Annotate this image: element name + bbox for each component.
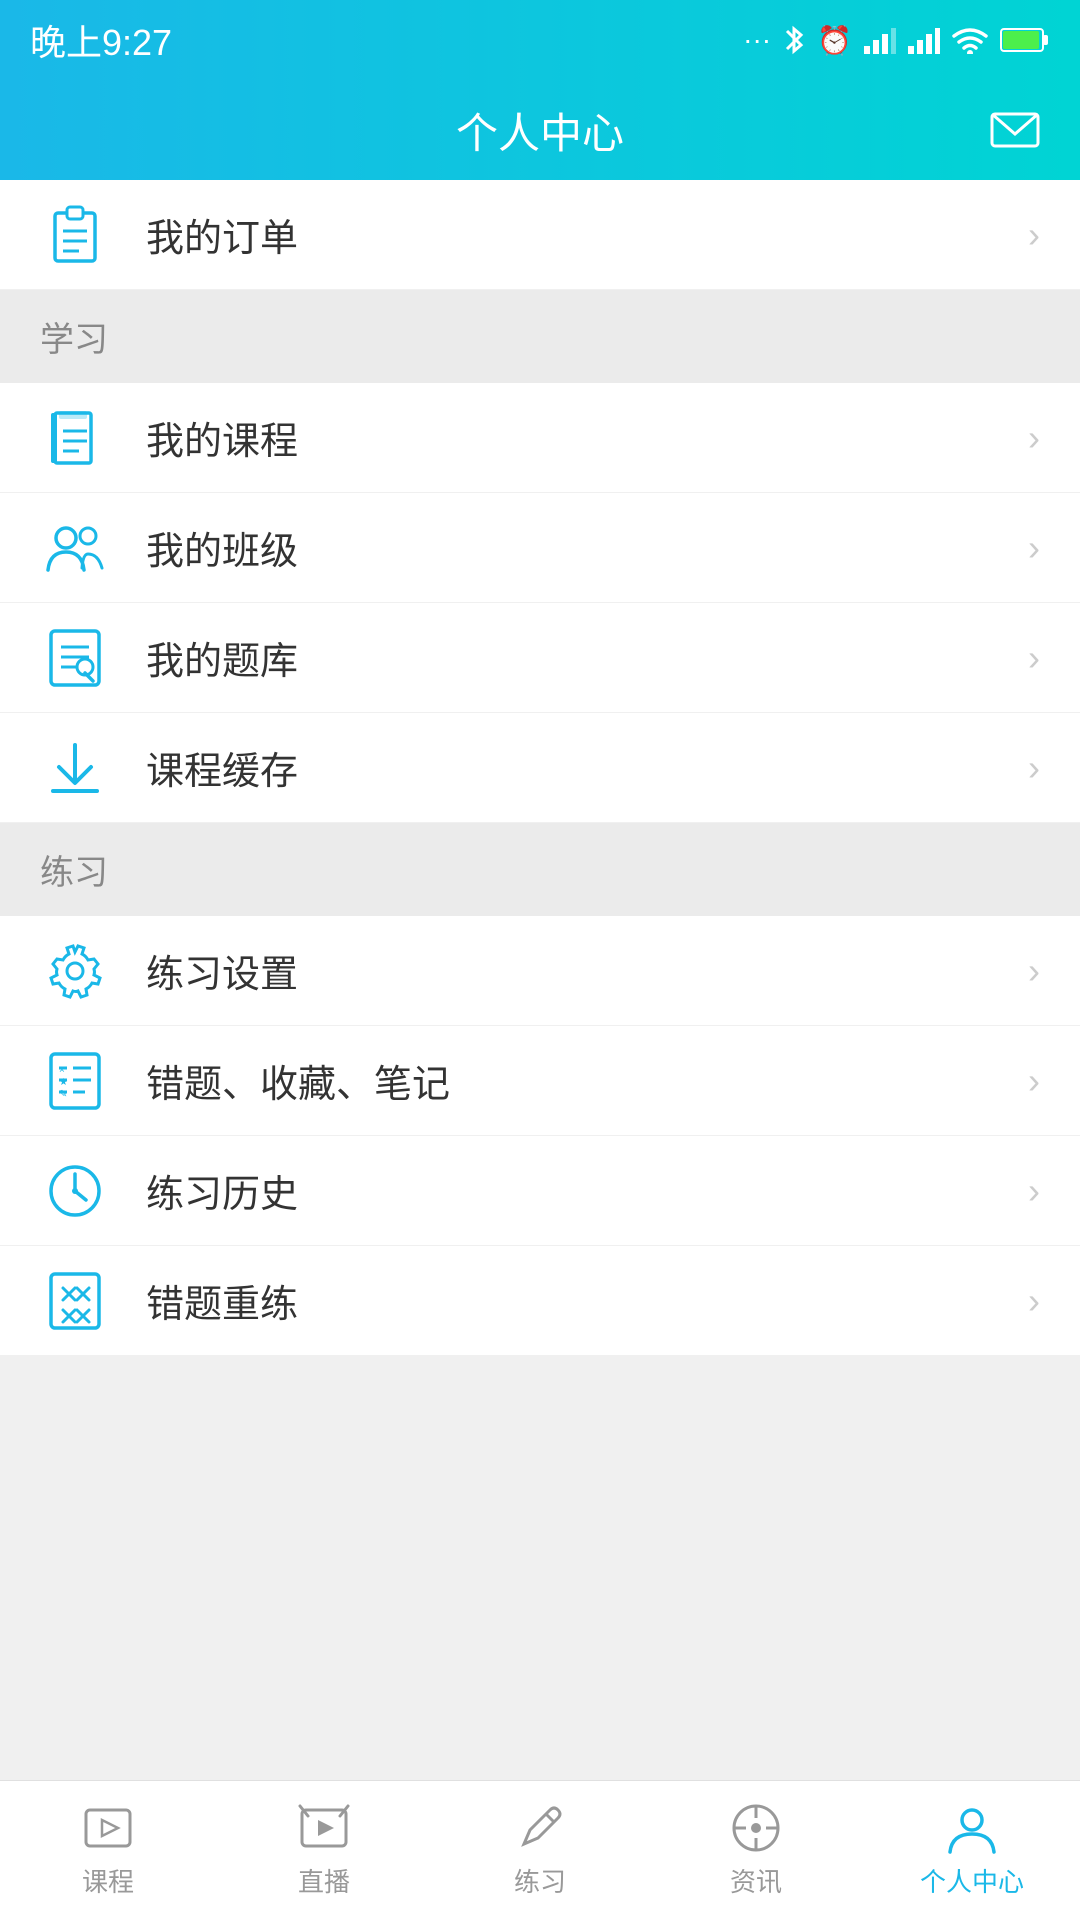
svg-text:✎: ✎ bbox=[59, 1089, 67, 1100]
my-orders-label: 我的订单 bbox=[146, 207, 1028, 262]
question-icon bbox=[40, 623, 110, 693]
practice-tab-icon bbox=[514, 1802, 566, 1854]
status-icons: ··· ⏰ bbox=[743, 23, 1050, 57]
chevron-right-icon: › bbox=[1028, 747, 1040, 789]
practice-settings-item[interactable]: 练习设置 › bbox=[0, 916, 1080, 1026]
live-tab-label: 直播 bbox=[298, 1862, 350, 1899]
orders-section: 我的订单 › bbox=[0, 180, 1080, 290]
chevron-right-icon: › bbox=[1028, 1060, 1040, 1102]
study-section-header: 学习 bbox=[0, 290, 1080, 383]
wrong-collect-notes-item[interactable]: × ★ ✎ 错题、收藏、笔记 › bbox=[0, 1026, 1080, 1136]
chevron-right-icon: › bbox=[1028, 214, 1040, 256]
book-icon bbox=[40, 403, 110, 473]
tab-profile[interactable]: 个人中心 bbox=[864, 1802, 1080, 1899]
clock-icon bbox=[40, 1156, 110, 1226]
profile-tab-label: 个人中心 bbox=[920, 1862, 1024, 1899]
list-icon: × ★ ✎ bbox=[40, 1046, 110, 1116]
practice-section: 练习 练习设置 › × bbox=[0, 823, 1080, 1356]
wifi-icon bbox=[952, 26, 988, 54]
courses-tab-label: 课程 bbox=[82, 1862, 134, 1899]
my-class-item[interactable]: 我的班级 › bbox=[0, 493, 1080, 603]
tab-courses[interactable]: 课程 bbox=[0, 1802, 216, 1899]
study-section: 学习 我的课程 › bbox=[0, 290, 1080, 823]
alarm-icon: ⏰ bbox=[817, 24, 852, 57]
clipboard-icon bbox=[40, 200, 110, 270]
wrong-retrain-label: 错题重练 bbox=[146, 1273, 1028, 1328]
tab-news[interactable]: 资讯 bbox=[648, 1802, 864, 1899]
news-tab-label: 资讯 bbox=[730, 1862, 782, 1899]
page-title: 个人中心 bbox=[456, 100, 624, 161]
tab-practice[interactable]: 练习 bbox=[432, 1802, 648, 1899]
svg-text:×: × bbox=[59, 1065, 65, 1076]
wrong-collect-notes-label: 错题、收藏、笔记 bbox=[146, 1053, 1028, 1108]
wrong-icon bbox=[40, 1266, 110, 1336]
my-questions-item[interactable]: 我的题库 › bbox=[0, 603, 1080, 713]
svg-text:★: ★ bbox=[59, 1077, 68, 1088]
my-orders-item[interactable]: 我的订单 › bbox=[0, 180, 1080, 290]
chevron-right-icon: › bbox=[1028, 1170, 1040, 1212]
course-cache-label: 课程缓存 bbox=[146, 740, 1028, 795]
content-area: 我的订单 › 学习 我的课程 › bbox=[0, 180, 1080, 1780]
mail-icon[interactable] bbox=[990, 110, 1040, 150]
my-questions-label: 我的题库 bbox=[146, 630, 1028, 685]
download-icon bbox=[40, 733, 110, 803]
gear-icon bbox=[40, 936, 110, 1006]
chevron-right-icon: › bbox=[1028, 1280, 1040, 1322]
signal2-icon bbox=[908, 26, 940, 54]
signal-dots: ··· bbox=[743, 24, 771, 56]
courses-tab-icon bbox=[82, 1802, 134, 1854]
wrong-retrain-item[interactable]: 错题重练 › bbox=[0, 1246, 1080, 1356]
battery-icon bbox=[1000, 27, 1050, 53]
practice-history-label: 练习历史 bbox=[146, 1163, 1028, 1218]
my-courses-label: 我的课程 bbox=[146, 410, 1028, 465]
tab-bar: 课程 直播 练习 bbox=[0, 1780, 1080, 1920]
course-cache-item[interactable]: 课程缓存 › bbox=[0, 713, 1080, 823]
chevron-right-icon: › bbox=[1028, 527, 1040, 569]
signal1-icon bbox=[864, 26, 896, 54]
practice-tab-label: 练习 bbox=[514, 1862, 566, 1899]
chevron-right-icon: › bbox=[1028, 950, 1040, 992]
practice-section-header: 练习 bbox=[0, 823, 1080, 916]
page-header: 个人中心 bbox=[0, 80, 1080, 180]
live-tab-icon bbox=[298, 1802, 350, 1854]
practice-history-item[interactable]: 练习历史 › bbox=[0, 1136, 1080, 1246]
status-bar: 晚上9:27 ··· ⏰ bbox=[0, 0, 1080, 80]
news-tab-icon bbox=[730, 1802, 782, 1854]
my-class-label: 我的班级 bbox=[146, 520, 1028, 575]
chevron-right-icon: › bbox=[1028, 417, 1040, 459]
people-icon bbox=[40, 513, 110, 583]
bluetooth-icon bbox=[783, 23, 805, 57]
my-courses-item[interactable]: 我的课程 › bbox=[0, 383, 1080, 493]
status-time: 晚上9:27 bbox=[30, 14, 172, 66]
tab-live[interactable]: 直播 bbox=[216, 1802, 432, 1899]
profile-tab-icon bbox=[946, 1802, 998, 1854]
chevron-right-icon: › bbox=[1028, 637, 1040, 679]
practice-settings-label: 练习设置 bbox=[146, 943, 1028, 998]
